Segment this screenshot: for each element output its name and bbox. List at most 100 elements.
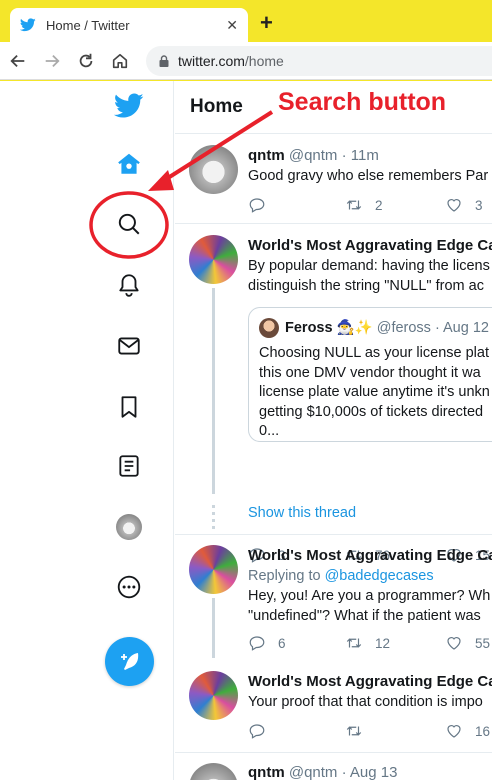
tweet-actions: 6 12 55: [248, 634, 492, 656]
thread-dots: [212, 505, 215, 529]
sidebar-item-more[interactable]: [110, 568, 148, 606]
heart-icon: [447, 637, 461, 650]
page-title: Home: [190, 96, 243, 117]
search-icon: [118, 213, 140, 235]
tab-close-icon[interactable]: ✕: [226, 17, 238, 34]
tab-title: Home / Twitter: [46, 17, 130, 33]
retweet-icon: [346, 726, 362, 736]
annotation-label: Search button: [278, 88, 447, 116]
more-circle-icon: [117, 575, 141, 599]
tweet-header: qntm @qntm · Aug 13: [248, 764, 397, 780]
retweet-icon: [346, 638, 362, 648]
tweet-text: Hey, you! Are you a programmer? Wh "unde…: [248, 587, 490, 626]
browser-toolbar: twitter.com/home: [0, 42, 492, 80]
home-button[interactable]: [104, 45, 136, 77]
twitter-page: Home qntm @qntm · 11m Good gravy who els…: [0, 81, 492, 780]
reply-count: 6: [278, 635, 286, 651]
author-name[interactable]: qntm: [248, 764, 285, 780]
new-tab-button[interactable]: +: [260, 12, 273, 34]
like-count: 55: [475, 635, 491, 651]
reload-button[interactable]: [70, 45, 102, 77]
author-name[interactable]: qntm: [248, 147, 285, 164]
home-icon: [112, 53, 128, 68]
quote-author-meta: @feross · Aug 12: [376, 320, 489, 336]
avatar[interactable]: [189, 545, 238, 594]
author-name[interactable]: World's Most Aggravating Edge Ca: [248, 237, 492, 254]
tweet-header: World's Most Aggravating Edge Ca: [248, 237, 492, 254]
reply-button[interactable]: [248, 196, 278, 214]
quote-avatar: [259, 318, 279, 338]
back-button[interactable]: [2, 45, 34, 77]
like-count: 16: [475, 723, 491, 739]
sidebar-item-bookmarks[interactable]: [110, 388, 148, 426]
retweet-count: 2: [375, 197, 383, 213]
profile-avatar: [116, 514, 142, 540]
divider: [175, 752, 492, 753]
forward-button[interactable]: [36, 45, 68, 77]
quote-text-line: this one DMV vendor thought it wa: [259, 364, 481, 381]
tweet-text-line: Hey, you! Are you a programmer? Wh: [248, 588, 491, 604]
lock-icon: [159, 54, 169, 67]
avatar[interactable]: [189, 671, 238, 720]
timeline: Home qntm @qntm · 11m Good gravy who els…: [175, 81, 492, 780]
retweet-icon: [346, 200, 362, 210]
show-thread-link[interactable]: Show this thread: [248, 505, 356, 521]
tweet-text-line: Your proof that that condition is impo: [248, 694, 483, 710]
quote-text-line: getting $10,000s of tickets directed: [259, 403, 484, 420]
list-icon: [119, 455, 139, 477]
sidebar-item-profile[interactable]: [110, 508, 148, 546]
reply-icon: [249, 636, 265, 651]
tweet-header: World's Most Aggravating Edge Ca: [248, 547, 492, 564]
retweet-button[interactable]: [345, 722, 375, 740]
sidebar-item-twitter-logo[interactable]: [110, 87, 148, 125]
like-button[interactable]: 3: [445, 196, 483, 214]
avatar[interactable]: [189, 235, 238, 284]
sidebar-item-search[interactable]: [110, 205, 148, 243]
tweet-text-line: Good gravy who else remembers Par: [248, 168, 489, 184]
feather-plus-icon: [120, 652, 138, 670]
back-arrow-icon: [10, 54, 25, 67]
thread-line: [212, 598, 215, 658]
like-button[interactable]: 16: [445, 722, 490, 740]
reply-button[interactable]: [248, 722, 278, 740]
sidebar-item-home[interactable]: [110, 145, 148, 183]
divider: [175, 223, 492, 224]
tweet-header: qntm @qntm · 11m: [248, 147, 379, 164]
author-meta: @qntm · 11m: [288, 147, 379, 164]
quote-text-line: Choosing NULL as your license plat: [259, 345, 489, 361]
author-meta: @qntm · Aug 13: [288, 764, 398, 780]
replying-handle-link[interactable]: @badedgecases: [325, 568, 434, 584]
reply-button[interactable]: 6: [248, 634, 286, 652]
sidebar-item-notifications[interactable]: [110, 266, 148, 304]
retweet-button[interactable]: 12: [345, 634, 390, 652]
compose-tweet-button[interactable]: [105, 637, 154, 686]
address-bar[interactable]: twitter.com/home: [146, 45, 492, 76]
tweet-actions: 16: [248, 722, 492, 744]
like-button[interactable]: 55: [445, 634, 490, 652]
tweet-text: Good gravy who else remembers Par: [248, 167, 488, 187]
retweet-button[interactable]: 2: [345, 196, 383, 214]
quoted-tweet[interactable]: Feross 🧙‍♂️✨ @feross · Aug 12 Choosing N…: [248, 307, 492, 442]
author-name[interactable]: World's Most Aggravating Edge Ca: [248, 673, 492, 690]
tweet[interactable]: qntm @qntm · 11m Good gravy who else rem…: [175, 134, 492, 224]
quote-text-line: 0...: [259, 423, 280, 439]
thread-line: [212, 288, 215, 494]
tweet-text-line: By popular demand: having the licens: [248, 258, 490, 274]
envelope-icon: [118, 337, 140, 355]
sidebar-item-lists[interactable]: [110, 447, 148, 485]
home-icon: [118, 153, 140, 174]
twitter-bird-icon: [114, 93, 144, 118]
quote-header: Feross 🧙‍♂️✨ @feross · Aug 12: [285, 319, 489, 336]
author-name[interactable]: World's Most Aggravating Edge Ca: [248, 547, 492, 564]
bookmark-icon: [121, 396, 137, 418]
avatar[interactable]: [189, 145, 238, 194]
quote-text: Choosing NULL as your license plat this …: [259, 344, 490, 442]
retweet-count: 12: [375, 635, 391, 651]
avatar[interactable]: [189, 763, 238, 780]
browser-tab[interactable]: Home / Twitter ✕: [10, 8, 248, 42]
tweet-text-line: "undefined"? What if the patient was: [248, 607, 481, 624]
sidebar-item-messages[interactable]: [110, 327, 148, 365]
tweet-text-line: distinguish the string "NULL" from ac: [248, 277, 484, 294]
bell-icon: [119, 274, 139, 297]
reply-icon: [249, 198, 265, 213]
